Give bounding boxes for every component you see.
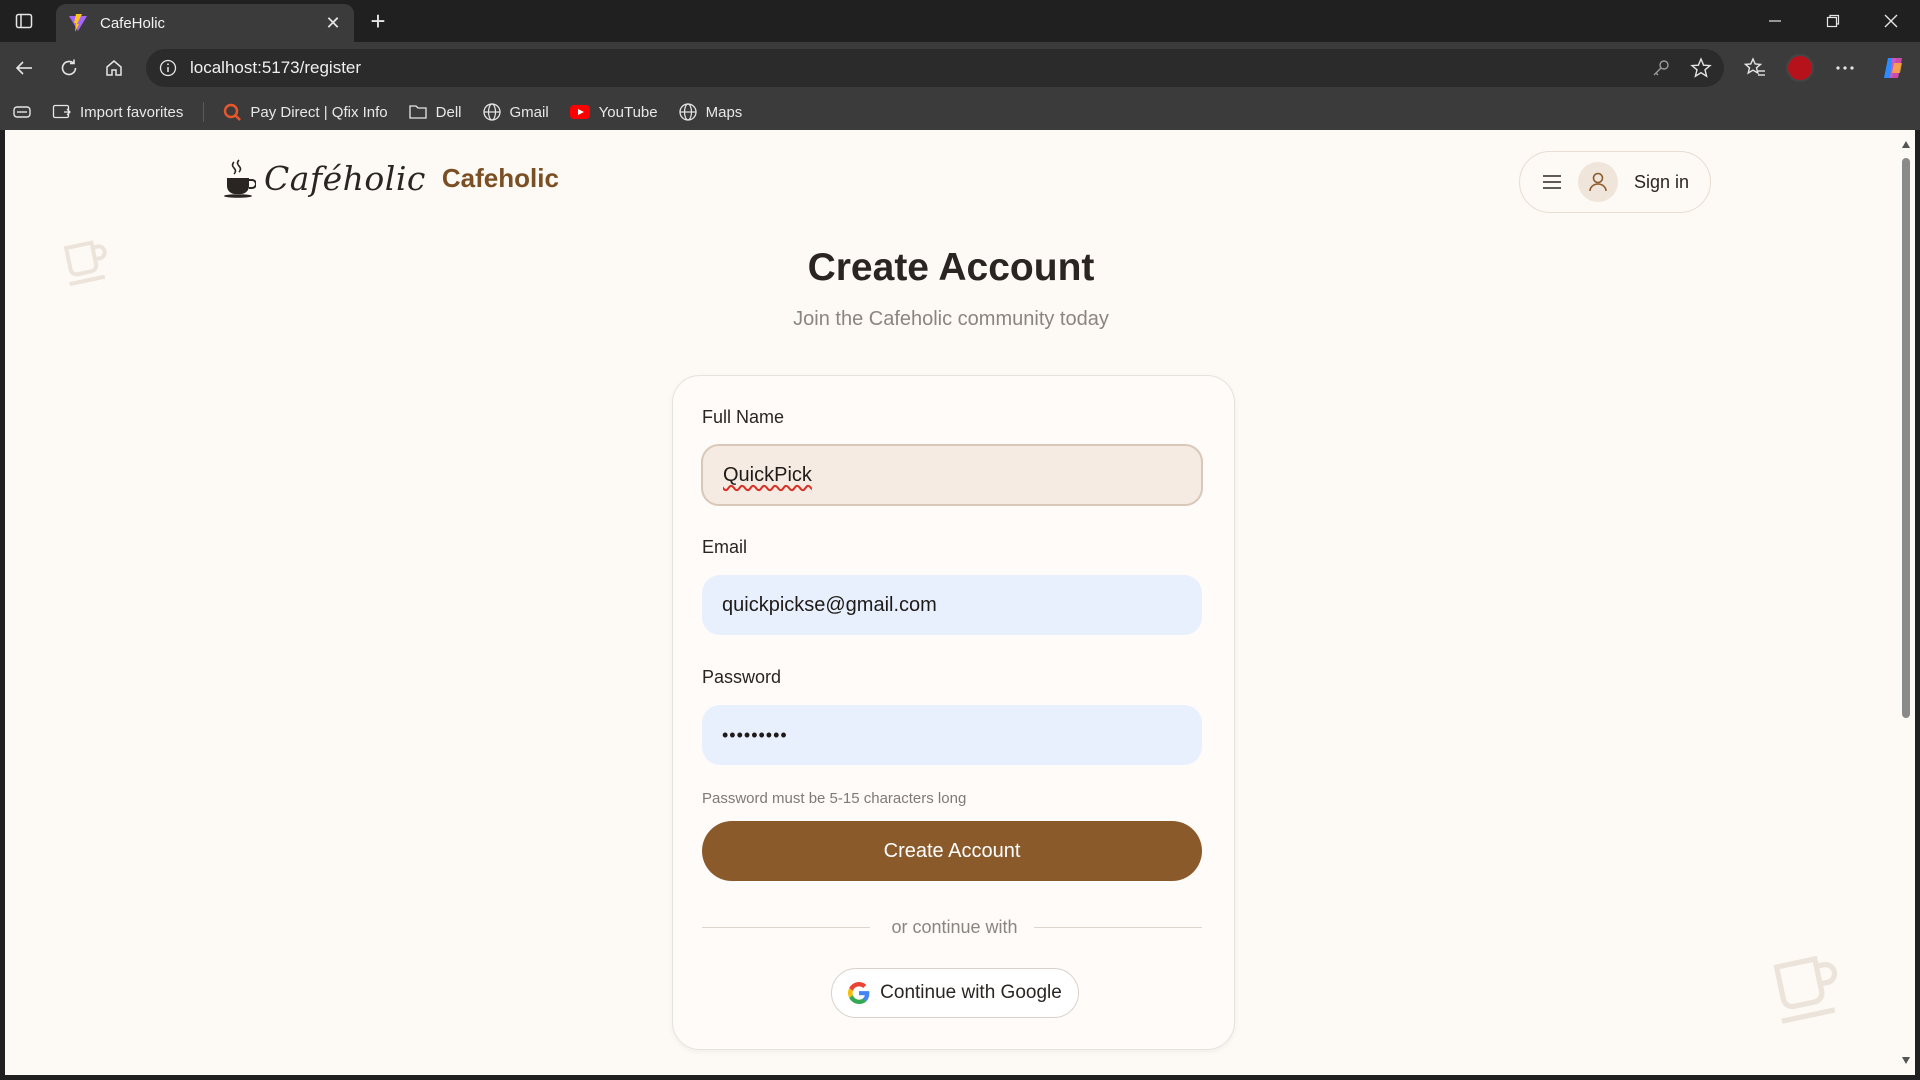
browser-tab[interactable]: CafeHolic ✕ bbox=[56, 4, 354, 42]
brand-logo-link[interactable]: Caféholic Cafeholic bbox=[222, 158, 559, 198]
password-masked-value: ••••••••• bbox=[722, 724, 788, 745]
more-dots-icon bbox=[1836, 66, 1854, 70]
password-input[interactable]: ••••••••• bbox=[702, 705, 1202, 765]
favorite-star-icon[interactable] bbox=[1684, 51, 1718, 85]
user-avatar-icon bbox=[1578, 162, 1618, 202]
hamburger-menu-icon bbox=[1540, 170, 1564, 194]
page-scrollbar[interactable] bbox=[1897, 130, 1915, 1075]
google-button-label: Continue with Google bbox=[880, 982, 1062, 1003]
coffee-cup-decoration-icon bbox=[1773, 955, 1838, 1024]
bookmark-gmail[interactable]: Gmail bbox=[482, 102, 549, 122]
collections-icon[interactable] bbox=[12, 104, 32, 120]
full-name-input[interactable]: QuickPick bbox=[701, 444, 1203, 506]
tab-title: CafeHolic bbox=[100, 14, 166, 32]
close-icon bbox=[1884, 14, 1898, 28]
bookmark-maps[interactable]: Maps bbox=[678, 102, 743, 122]
restore-button[interactable] bbox=[1804, 0, 1862, 42]
restore-icon bbox=[1826, 14, 1840, 28]
folder-icon bbox=[409, 105, 427, 119]
home-button[interactable] bbox=[97, 51, 131, 85]
qfix-icon bbox=[224, 103, 242, 121]
browser-titlebar: CafeHolic ✕ + bbox=[0, 0, 1920, 42]
copilot-button[interactable] bbox=[1876, 51, 1910, 85]
bookmarks-bar: Import favorites Pay Direct | Qfix Info … bbox=[0, 94, 1920, 130]
favorites-button[interactable] bbox=[1738, 51, 1772, 85]
bookmark-label: Dell bbox=[435, 103, 462, 121]
google-logo-icon bbox=[848, 982, 870, 1004]
full-name-value: QuickPick bbox=[723, 463, 812, 486]
email-label: Email bbox=[702, 537, 748, 557]
profile-button[interactable] bbox=[1783, 51, 1817, 85]
scroll-up-arrow-icon[interactable] bbox=[1901, 140, 1911, 150]
bookmark-import-favorites[interactable]: Import favorites bbox=[52, 103, 183, 121]
brand-name: Cafeholic bbox=[441, 162, 559, 193]
bookmark-qfix[interactable]: Pay Direct | Qfix Info bbox=[222, 102, 388, 122]
favorites-list-icon bbox=[1744, 57, 1765, 76]
bookmark-youtube[interactable]: YouTube bbox=[569, 104, 658, 121]
sign-in-label: Sign in bbox=[1634, 171, 1690, 192]
page-subtitle: Join the Cafeholic community today bbox=[793, 308, 1109, 330]
coffee-cup-logo-icon bbox=[224, 159, 256, 198]
globe-icon bbox=[482, 103, 501, 121]
password-key-icon[interactable] bbox=[1644, 51, 1678, 85]
address-bar[interactable]: localhost:5173/register bbox=[146, 49, 1724, 87]
divider-line-right bbox=[1034, 927, 1202, 928]
email-input[interactable] bbox=[702, 575, 1202, 635]
copilot-icon bbox=[1884, 58, 1902, 78]
brand-script-logo: Caféholic bbox=[264, 158, 426, 198]
user-menu-button[interactable]: Sign in bbox=[1519, 151, 1711, 213]
reload-button[interactable] bbox=[52, 51, 86, 85]
import-icon bbox=[52, 104, 71, 119]
browser-toolbar: localhost:5173/register bbox=[0, 42, 1920, 94]
home-icon bbox=[106, 60, 122, 76]
vite-favicon-icon bbox=[69, 14, 87, 32]
globe-icon bbox=[678, 103, 697, 121]
bookmark-separator bbox=[203, 102, 205, 122]
close-window-button[interactable] bbox=[1862, 0, 1920, 42]
bookmark-label: Gmail bbox=[509, 103, 549, 121]
reload-icon bbox=[61, 59, 77, 76]
minimize-icon bbox=[1769, 20, 1781, 22]
register-form-card: Full Name QuickPick Email Password •••••… bbox=[672, 375, 1235, 1050]
bookmark-label: Import favorites bbox=[80, 103, 184, 121]
site-info-icon[interactable] bbox=[156, 56, 180, 80]
page-title: Create Account bbox=[807, 246, 1095, 289]
tab-close-icon[interactable]: ✕ bbox=[320, 10, 346, 36]
tab-actions-button[interactable] bbox=[10, 8, 38, 34]
scrollbar-thumb[interactable] bbox=[1902, 158, 1910, 718]
url-text[interactable]: localhost:5173/register bbox=[190, 58, 1644, 78]
bookmark-label: YouTube bbox=[598, 103, 658, 121]
full-name-label: Full Name bbox=[702, 407, 785, 427]
google-signin-button[interactable]: Continue with Google bbox=[831, 968, 1079, 1018]
youtube-icon bbox=[569, 105, 590, 119]
profile-avatar bbox=[1786, 54, 1814, 82]
bookmark-label: Pay Direct | Qfix Info bbox=[250, 103, 388, 121]
minimize-button[interactable] bbox=[1746, 0, 1804, 42]
more-menu-button[interactable] bbox=[1828, 51, 1862, 85]
back-arrow-icon bbox=[15, 61, 32, 75]
password-label: Password bbox=[702, 667, 782, 687]
bookmark-dell[interactable]: Dell bbox=[408, 103, 462, 121]
new-tab-button[interactable]: + bbox=[363, 6, 393, 36]
scroll-down-arrow-icon[interactable] bbox=[1901, 1055, 1911, 1065]
site-header: Caféholic Cafeholic Sign in bbox=[5, 130, 1897, 230]
back-button[interactable] bbox=[7, 51, 41, 85]
password-hint: Password must be 5-15 characters long bbox=[702, 790, 967, 807]
create-account-button[interactable]: Create Account bbox=[702, 821, 1202, 881]
bookmark-label: Maps bbox=[705, 103, 743, 121]
page-viewport: Caféholic Cafeholic Sign in Create Accou… bbox=[5, 130, 1897, 1075]
sidebar-icon bbox=[15, 13, 33, 29]
